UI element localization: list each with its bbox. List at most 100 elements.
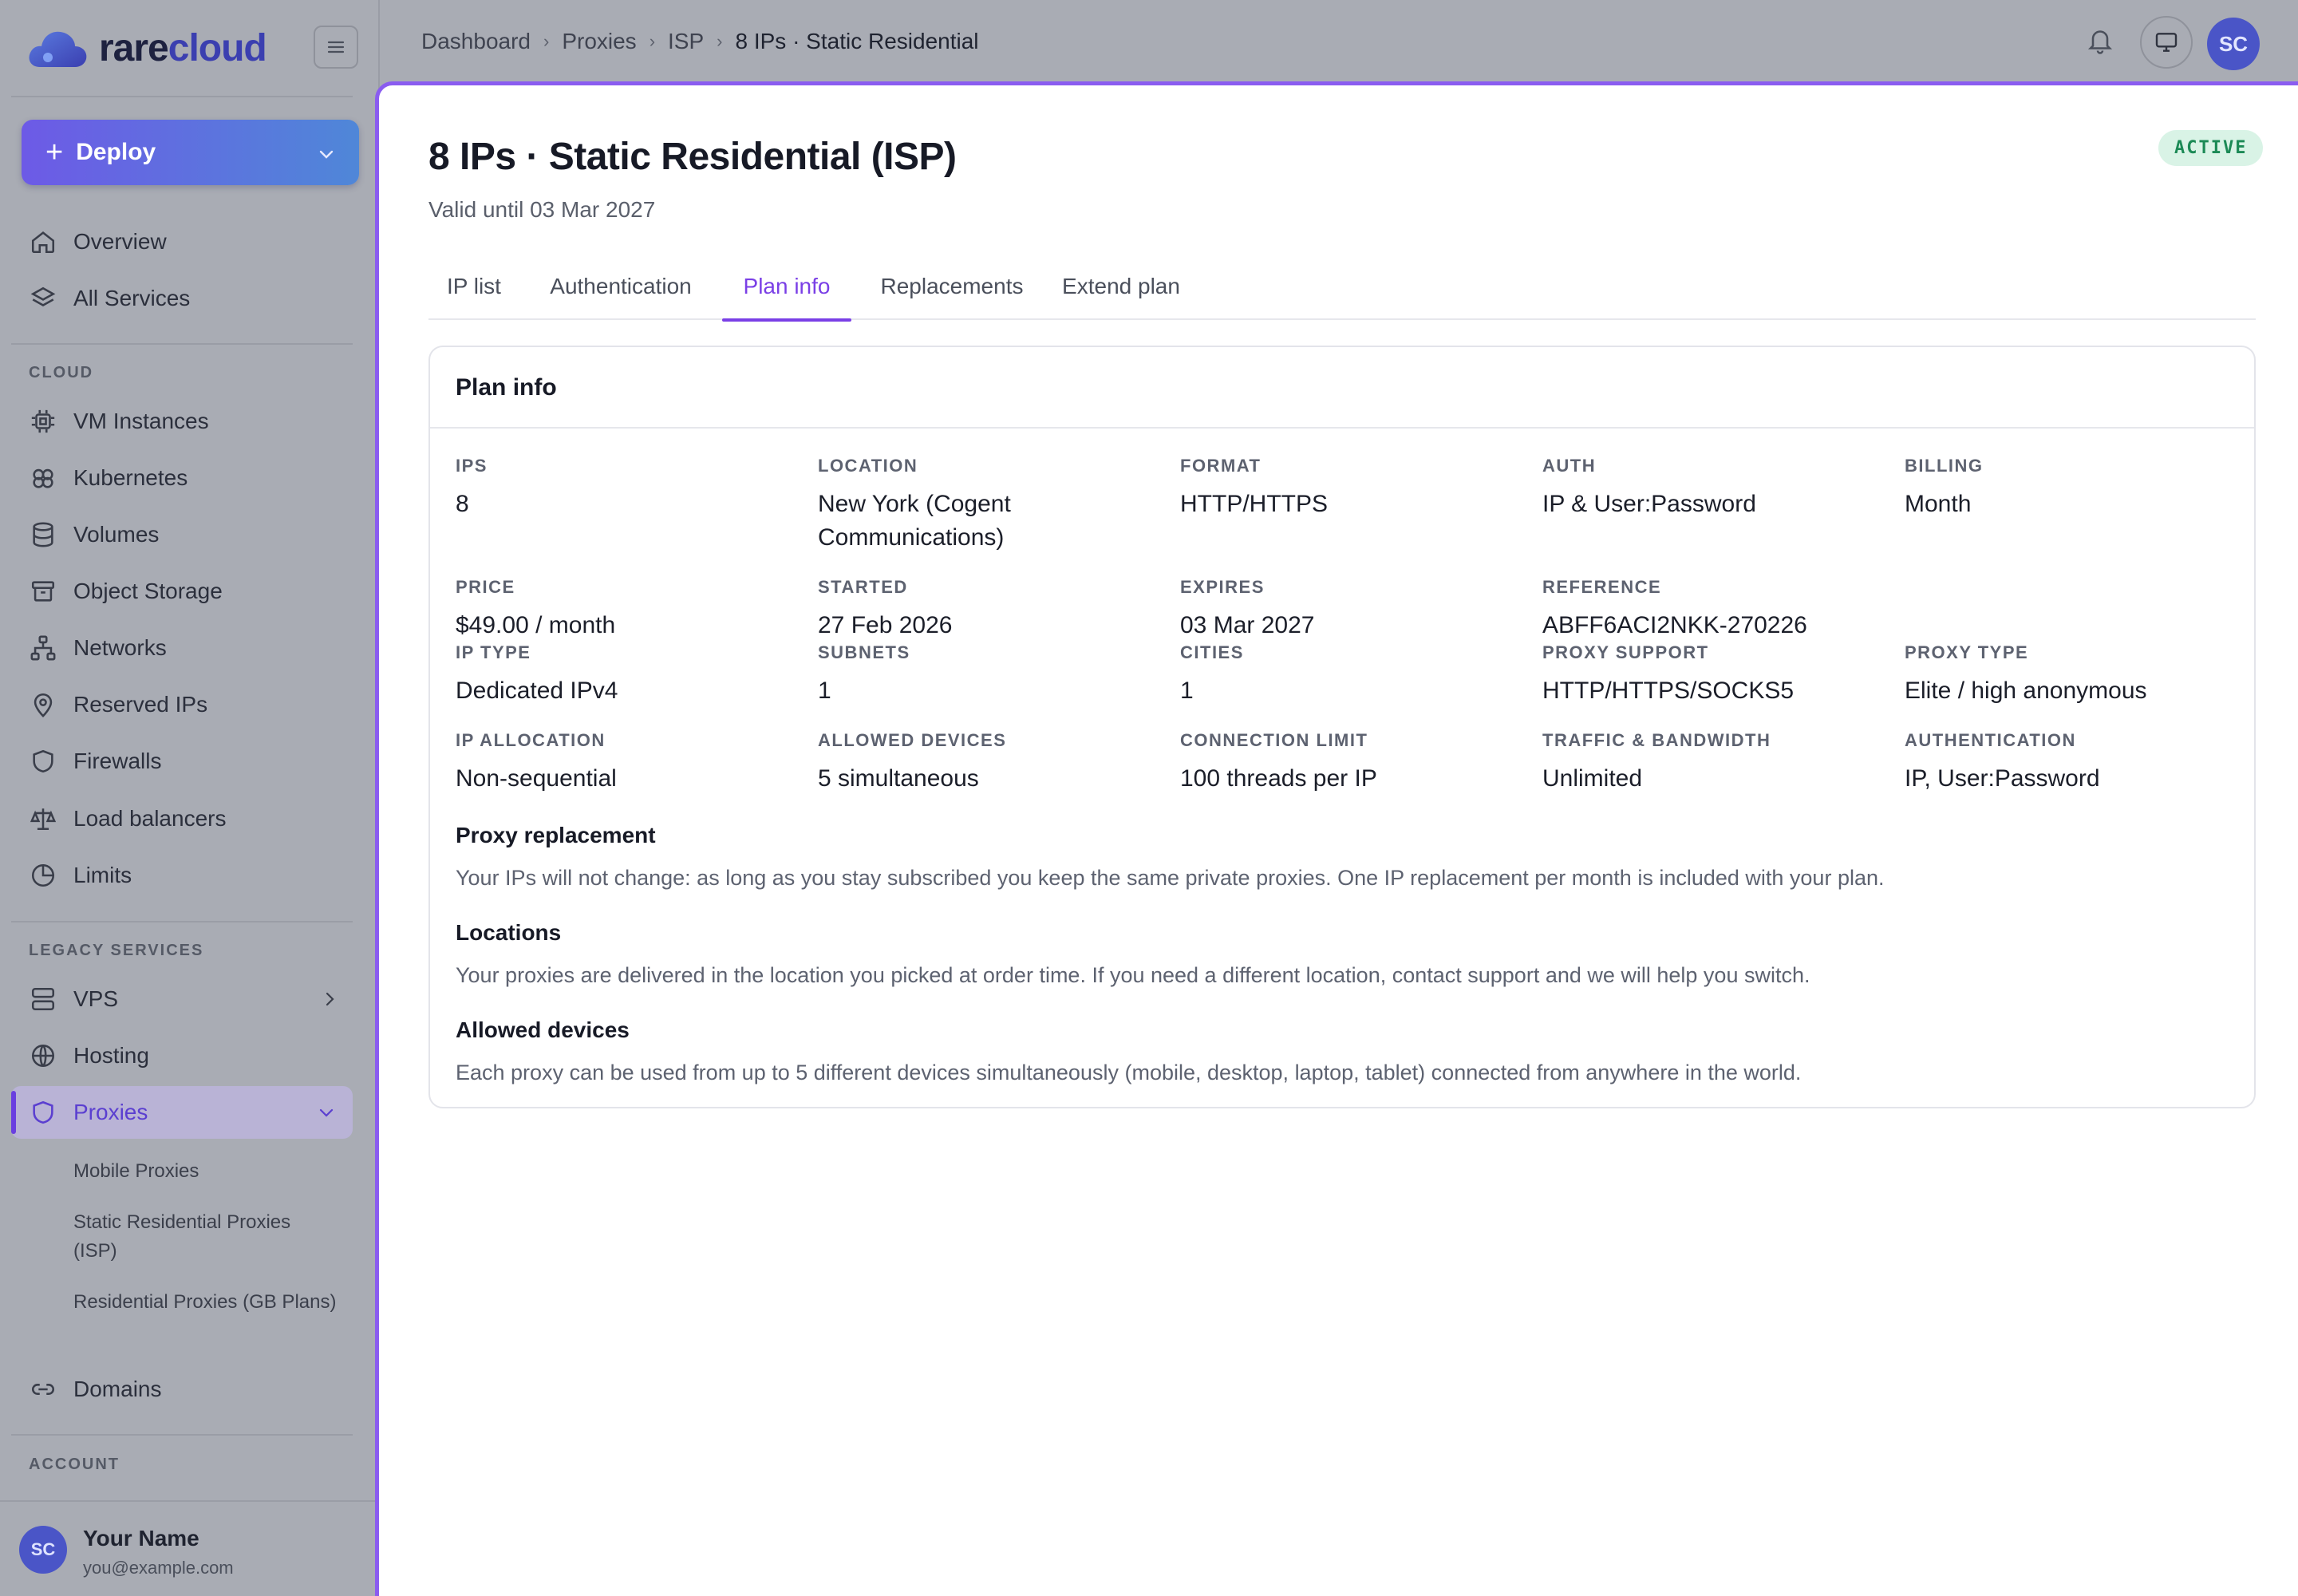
field-value: $49.00 / month <box>456 612 616 638</box>
sidebar-subitem-residential-gb[interactable]: Residential Proxies (GB Plans) <box>73 1288 337 1317</box>
layers-icon <box>29 284 57 313</box>
sidebar-item-volumes[interactable]: Volumes <box>11 508 353 561</box>
breadcrumb-separator: › <box>649 31 656 51</box>
field-label: TRAFFIC & BANDWIDTH <box>1542 730 1771 750</box>
field-expires: EXPIRES 03 Mar 2027 <box>1180 577 1523 642</box>
sidebar-item-limits[interactable]: Limits <box>11 849 353 902</box>
breadcrumb-current: 8 IPs · Static Residential <box>735 29 979 53</box>
sidebar-item-firewalls[interactable]: Firewalls <box>11 735 353 788</box>
field-proxy-type: PROXY TYPE Elite / high anonymous <box>1905 642 2248 708</box>
sidebar: rarecloud + Deploy Overview All Services… <box>0 0 380 1596</box>
field-value: Unlimited <box>1542 765 1643 792</box>
field-value: 5 simultaneous <box>818 765 979 792</box>
sidebar-item-vps[interactable]: VPS <box>11 973 353 1025</box>
status-badge: ACTIVE <box>2158 130 2264 166</box>
user-profile[interactable]: SC Your Name you@example.com <box>0 1500 378 1596</box>
field-billing: BILLING Month <box>1905 456 2248 521</box>
chevron-right-icon <box>324 990 335 1008</box>
scale-icon <box>29 804 57 833</box>
monitor-icon <box>2155 33 2178 52</box>
sidebar-item-label: Proxies <box>73 1100 148 1124</box>
sidebar-item-label: Hosting <box>73 1043 149 1068</box>
field-location: LOCATION New York (Cogent Communications… <box>818 456 1057 555</box>
collapse-sidebar-button[interactable] <box>314 26 358 69</box>
sidebar-item-label: Kubernetes <box>73 465 188 490</box>
field-label: SUBNETS <box>818 642 910 662</box>
plus-icon: + <box>45 135 64 169</box>
breadcrumb: Dashboard › Proxies › ISP › 8 IPs · Stat… <box>421 29 979 54</box>
sidebar-divider <box>11 1434 353 1436</box>
field-subnets: SUBNETS 1 <box>818 642 1161 708</box>
sidebar-item-reserved-ips[interactable]: Reserved IPs <box>11 678 353 731</box>
sidebar-item-label: All Services <box>73 286 191 310</box>
display-toggle-button[interactable] <box>2140 16 2193 69</box>
field-label: REFERENCE <box>1542 577 1662 597</box>
tab-extend-plan[interactable]: Extend plan <box>1052 253 1190 320</box>
bell-icon[interactable] <box>2086 26 2118 57</box>
card-divider <box>430 427 2254 429</box>
field-label: PROXY TYPE <box>1905 642 2029 662</box>
sidebar-item-label: VPS <box>73 986 119 1011</box>
field-value: Dedicated IPv4 <box>456 678 618 704</box>
field-value: IP & User:Password <box>1542 491 1756 517</box>
tab-plan-info[interactable]: Plan info <box>722 253 851 322</box>
breadcrumb-dashboard[interactable]: Dashboard <box>421 29 531 54</box>
section-label-account: ACCOUNT <box>29 1456 120 1473</box>
sidebar-item-networks[interactable]: Networks <box>11 622 353 674</box>
sidebar-divider <box>11 96 353 97</box>
avatar[interactable]: SC <box>2207 18 2260 70</box>
field-ip-type: IP TYPE Dedicated IPv4 <box>456 642 799 708</box>
page-title: 8 IPs · Static Residential (ISP) <box>428 136 957 178</box>
cloud-logo-icon <box>27 27 88 69</box>
field-format: FORMAT HTTP/HTTPS <box>1180 456 1523 521</box>
avatar: SC <box>19 1526 67 1574</box>
breadcrumb-isp[interactable]: ISP <box>668 29 704 54</box>
plan-info-card: Plan info IPS 8 LOCATION New York (Cogen… <box>428 346 2256 1108</box>
sidebar-item-proxies[interactable]: Proxies <box>11 1086 353 1139</box>
deploy-label: Deploy <box>76 139 156 165</box>
sidebar-subitem-static-residential[interactable]: Static Residential Proxies (ISP) <box>73 1208 337 1266</box>
tab-ip-list[interactable]: IP list <box>428 253 519 320</box>
brand-logo[interactable]: rarecloud <box>27 22 267 73</box>
sidebar-item-label: Networks <box>73 635 167 660</box>
field-label: IP ALLOCATION <box>456 730 606 750</box>
menu-icon <box>327 41 345 53</box>
sidebar-item-label: Limits <box>73 863 132 887</box>
field-ips: IPS 8 <box>456 456 799 521</box>
tab-authentication[interactable]: Authentication <box>542 253 700 320</box>
field-label: EXPIRES <box>1180 577 1265 597</box>
sidebar-item-label: Object Storage <box>73 579 223 603</box>
field-label: PROXY SUPPORT <box>1542 642 1709 662</box>
breadcrumb-separator: › <box>543 31 550 51</box>
breadcrumb-proxies[interactable]: Proxies <box>562 29 636 54</box>
tab-replacements[interactable]: Replacements <box>874 253 1030 320</box>
note-text-proxy-replacement: Your IPs will not change: as long as you… <box>456 866 1885 890</box>
sidebar-item-all-services[interactable]: All Services <box>11 272 353 325</box>
sidebar-item-vm-instances[interactable]: VM Instances <box>11 395 353 448</box>
kubernetes-icon <box>29 464 57 492</box>
note-title-proxy-replacement: Proxy replacement <box>456 823 656 847</box>
sidebar-item-label: Reserved IPs <box>73 692 208 717</box>
field-value: Month <box>1905 491 1972 517</box>
chevron-down-icon <box>318 139 335 166</box>
field-value: Elite / high anonymous <box>1905 678 2147 704</box>
sidebar-item-object-storage[interactable]: Object Storage <box>11 565 353 618</box>
section-label-legacy: LEGACY SERVICES <box>29 942 204 959</box>
database-icon <box>29 520 57 549</box>
deploy-button[interactable]: + Deploy <box>22 120 359 185</box>
field-value: 1 <box>1180 678 1194 704</box>
note-text-locations: Your proxies are delivered in the locati… <box>456 963 1810 987</box>
note-text-allowed-devices: Each proxy can be used from up to 5 diff… <box>456 1061 1802 1084</box>
sidebar-item-overview[interactable]: Overview <box>11 215 353 268</box>
sidebar-item-domains[interactable]: Domains <box>11 1363 353 1416</box>
field-value[interactable]: ABFF6ACI2NKK-270226 <box>1542 609 1885 642</box>
sidebar-subitem-mobile-proxies[interactable]: Mobile Proxies <box>73 1157 337 1186</box>
sidebar-item-kubernetes[interactable]: Kubernetes <box>11 452 353 504</box>
shield-icon <box>29 1098 57 1127</box>
field-label: FORMAT <box>1180 456 1262 476</box>
card-title: Plan info <box>456 374 557 401</box>
field-authentication: AUTHENTICATION IP, User:Password <box>1905 730 2248 796</box>
sidebar-item-hosting[interactable]: Hosting <box>11 1029 353 1082</box>
breadcrumb-separator: › <box>717 31 723 51</box>
sidebar-item-load-balancers[interactable]: Load balancers <box>11 792 353 845</box>
